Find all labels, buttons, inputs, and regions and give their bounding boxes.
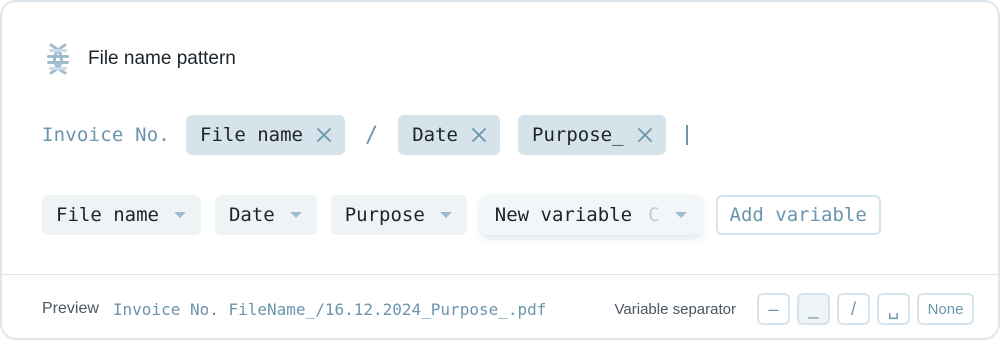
variable-list: File name Date Purpose New variable C Ad… <box>42 195 881 235</box>
chip-label: Purpose_ <box>532 124 624 146</box>
pattern-chip-purpose[interactable]: Purpose_ <box>518 115 666 155</box>
pattern-chip-file-name[interactable]: File name <box>186 115 345 155</box>
card-header: File name pattern <box>42 42 236 76</box>
separator-slash-button[interactable]: / <box>837 293 870 325</box>
variable-date-dropdown[interactable]: Date <box>214 195 317 235</box>
new-variable-input[interactable]: New variable C <box>480 195 702 235</box>
variable-label: Date <box>228 204 275 226</box>
separator-underscore-button[interactable]: _ <box>797 293 830 325</box>
chevron-down-icon[interactable] <box>674 210 688 220</box>
separator-label: Variable separator <box>614 300 736 318</box>
close-icon[interactable] <box>636 126 654 144</box>
chevron-down-icon <box>439 210 453 220</box>
variable-label: File name <box>56 204 159 226</box>
separator-space-button[interactable]: ␣ <box>877 293 910 325</box>
close-icon[interactable] <box>470 126 488 144</box>
text-cursor <box>685 125 688 145</box>
preview-value: Invoice No. FileName_/16.12.2024_Purpose… <box>112 299 547 319</box>
chip-label: Date <box>412 124 458 146</box>
pattern-separator: / <box>364 122 379 148</box>
pattern-chip-date[interactable]: Date <box>398 115 500 155</box>
variable-file-name-dropdown[interactable]: File name <box>42 195 201 235</box>
add-variable-button[interactable]: Add variable <box>715 195 881 235</box>
chevron-down-icon <box>173 210 187 220</box>
chip-label: File name <box>200 124 303 146</box>
preview-label: Preview <box>42 300 99 317</box>
page-title: File name pattern <box>88 48 236 69</box>
card-footer: Preview Invoice No. FileName_/16.12.2024… <box>42 292 974 326</box>
dna-icon <box>42 43 74 75</box>
new-variable-value: New variable <box>494 204 633 226</box>
new-variable-hint: C <box>648 204 660 226</box>
pattern-builder[interactable]: Invoice No. File name / Date Purpose_ <box>42 115 688 155</box>
pattern-prefix[interactable]: Invoice No. <box>42 124 170 146</box>
variable-label: Purpose <box>344 204 425 226</box>
file-name-pattern-card: File name pattern Invoice No. File name … <box>0 0 1000 340</box>
divider <box>2 274 998 275</box>
separator-dash-button[interactable]: – <box>757 293 790 325</box>
close-icon[interactable] <box>315 126 333 144</box>
variable-purpose-dropdown[interactable]: Purpose <box>330 195 467 235</box>
separator-none-button[interactable]: None <box>917 293 974 325</box>
chevron-down-icon <box>289 210 303 220</box>
